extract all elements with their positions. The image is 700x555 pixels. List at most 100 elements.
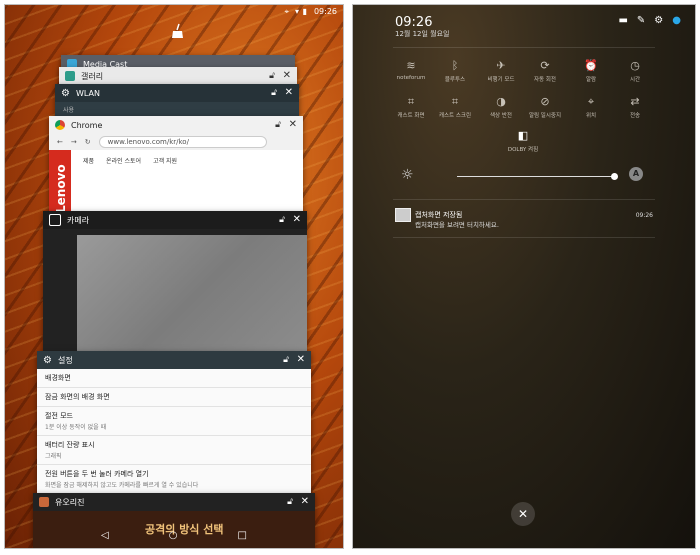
dismiss-all-button[interactable]: ✕ [511,502,535,526]
tile-location[interactable]: ⌖ 위치 [569,95,613,119]
nav-products[interactable]: 제품 [83,156,94,165]
unlock-icon[interactable]: 🔓︎ [269,71,275,81]
camera-preview [77,235,307,361]
address-bar[interactable]: www.lenovo.com/kr/ko/ [98,136,267,148]
back-icon[interactable]: ◁ [101,530,109,541]
brightness-icon: ☼ [401,167,414,183]
item-title: 전원 버튼을 두 번 눌러 카메라 열기 [45,470,149,478]
transfer-icon: ⇄ [630,95,640,108]
brightness-slider[interactable] [457,176,615,177]
settings-item[interactable]: 잠금 화면의 배경 화면 [37,388,311,407]
unlock-icon[interactable]: 🔓︎ [275,120,281,130]
close-icon[interactable]: ✕ [301,496,309,507]
gear-icon: ⚙ [61,88,70,99]
item-title: 배경화면 [45,374,71,382]
clock-icon: ◷ [630,59,640,72]
unlock-icon[interactable]: 🔓︎ [279,215,285,225]
back-icon[interactable]: ← [57,138,63,146]
tile-label: 전송 [629,113,641,119]
notification-time: 09:26 [635,212,653,219]
edit-icon[interactable]: ✎ [637,15,645,26]
settings-item[interactable]: 배경화면 [37,369,311,388]
lenovo-logo-bar: Lenovo [49,150,71,216]
item-sub: 그래픽 [45,453,62,460]
location-icon: ⌖ [284,7,289,16]
airplane-icon: ✈ [496,59,506,72]
tile-rotate[interactable]: ⟳ 자동 회전 [523,59,567,83]
notification-shade: 09:26 12월 12일 월요일 ▬ ✎ ⚙ ● ≋ noteforum ᛒ 블루… [352,4,696,549]
auto-brightness-icon[interactable]: A [629,167,643,181]
account-icon[interactable]: ● [672,15,681,26]
nav-bar: ◁ ○ □ [5,522,343,548]
close-icon[interactable]: ✕ [283,70,291,81]
nav-support[interactable]: 고객 지원 [153,156,177,165]
tile-label: noteforum [396,75,426,81]
close-icon[interactable]: ✕ [297,354,305,365]
tile-invert-colors[interactable]: ◑ 색상 반전 [479,95,523,119]
tile-label: DOLBY 켜짐 [507,147,539,153]
screenshot-thumbnail-icon [395,208,411,222]
tile-label: 알람 [585,77,597,83]
unlock-icon[interactable]: 🔓︎ [287,497,293,507]
card-title: WLAN [75,88,100,98]
tile-label: 캐스트 화면 [397,113,425,119]
divider [393,199,655,200]
reload-icon[interactable]: ↻ [85,138,91,146]
shade-time: 09:26 [395,15,433,30]
card-title: Chrome [71,120,103,130]
item-sub: 1분 이상 동작이 없을 때 [45,424,107,431]
wlan-status: 사용 [63,107,75,114]
gear-icon: ⚙ [43,355,52,366]
close-icon[interactable]: ✕ [289,119,297,130]
recent-card-chrome[interactable]: Chrome 🔓︎ ✕ ← → ↻ www.lenovo.com/kr/ko/ … [49,116,303,216]
status-bar: ⌖ ▾ ▮ 09:26 [5,5,343,19]
settings-item[interactable]: 배터리 잔량 표시 그래픽 [37,436,311,465]
browser-toolbar: ← → ↻ www.lenovo.com/kr/ko/ [49,134,303,150]
recents-icon[interactable]: □ [237,530,246,541]
unlock-icon[interactable]: 🔓︎ [283,355,289,365]
recent-card-camera[interactable]: 카메라 🔓︎ ✕ [43,211,307,361]
tile-do-not-disturb[interactable]: ⊘ 알림 일시중지 [523,95,567,119]
cast-icon: ⌗ [451,95,459,108]
unlock-icon[interactable]: 🔓︎ [271,88,277,98]
location-icon: ⌖ [587,95,595,108]
settings-item[interactable]: 전원 버튼을 두 번 눌러 카메라 열기 화면을 잠금 해제하지 않고도 카메라를… [37,465,311,494]
recents-screen: ⌖ ▾ ▮ 09:26 Media Cast 갤러리 🔓︎ ✕ ⚙ WLAN 🔓… [4,4,344,549]
nav-store[interactable]: 온라인 스토어 [106,156,141,165]
site-nav: 제품 온라인 스토어 고객 지원 [83,156,177,165]
divider [393,237,655,238]
battery-icon: ▮ [302,7,307,16]
camera-icon [49,214,61,226]
recent-card-settings[interactable]: ⚙ 설정 🔓︎ ✕ 배경화면 잠금 화면의 배경 화면 절전 모드 1분 이상 동… [37,351,311,501]
lenovo-logo: Lenovo [54,164,68,213]
tile-label: 시간 [629,77,641,83]
brightness-slider-knob[interactable] [611,173,618,180]
battery-icon: ▬ [618,15,628,26]
dolby-icon: ◧ [517,129,529,142]
close-icon[interactable]: ✕ [285,87,293,98]
shade-top-icons: ▬ ✎ ⚙ ● [618,15,681,26]
card-title: 카메라 [67,215,90,225]
cast-icon: ⌗ [407,95,415,108]
tile-label: 알림 일시중지 [528,113,562,119]
forward-icon[interactable]: → [71,138,77,146]
tile-airplane[interactable]: ✈ 비행기 모드 [479,59,523,83]
close-icon[interactable]: ✕ [293,214,301,225]
tile-wifi[interactable]: ≋ noteforum [389,59,433,81]
tile-alarm[interactable]: ⏰ 알람 [569,59,613,83]
tile-dolby[interactable]: ◧ DOLBY 켜짐 [501,129,545,153]
tile-cast-screen-2[interactable]: ⌗ 캐스트 스크린 [433,95,477,119]
settings-item[interactable]: 절전 모드 1분 이상 동작이 없을 때 [37,407,311,436]
tile-time[interactable]: ◷ 시간 [613,59,657,83]
do-not-disturb-icon: ⊘ [540,95,550,108]
home-icon[interactable]: ○ [169,530,178,541]
tile-label: 블루투스 [444,77,466,83]
item-title: 잠금 화면의 배경 화면 [45,393,110,401]
gear-icon[interactable]: ⚙ [654,15,663,26]
card-title: 유오리진 [55,497,85,507]
tile-bluetooth[interactable]: ᛒ 블루투스 [433,59,477,83]
tile-cast-screen[interactable]: ⌗ 캐스트 화면 [389,95,433,119]
rotate-icon: ⟳ [540,59,550,72]
clear-all-icon[interactable] [170,23,186,39]
tile-transfer[interactable]: ⇄ 전송 [613,95,657,119]
